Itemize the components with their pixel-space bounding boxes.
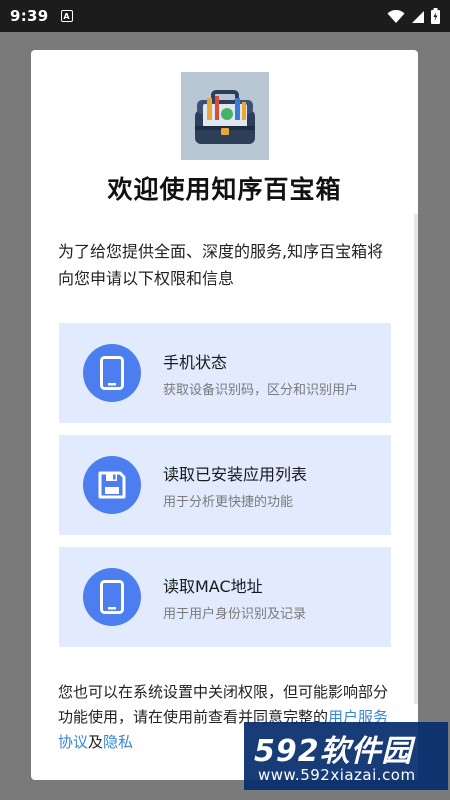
permission-card-phone-state: 手机状态 获取设备识别码，区分和识别用户	[59, 323, 391, 423]
footer-joiner: 及	[88, 733, 104, 751]
permission-desc: 用于分析更快捷的功能	[163, 494, 294, 510]
notification-a-icon: A	[60, 10, 73, 22]
permission-title: 手机状态	[163, 352, 228, 372]
signal-icon	[411, 9, 425, 28]
battery-icon	[431, 8, 440, 28]
permission-dialog: 欢迎使用知序百宝箱 为了给您提供全面、深度的服务,知序百宝箱将向您申请以下权限和…	[31, 50, 418, 780]
phone-icon	[83, 344, 141, 402]
permission-card-mac-address: 读取MAC地址 用于用户身份识别及记录	[59, 547, 391, 647]
app-logo-toolbox-icon	[181, 72, 269, 160]
intro-text: 为了给您提供全面、深度的服务,知序百宝箱将向您申请以下权限和信息	[58, 242, 384, 288]
watermark-url: www.592xiazai.com	[258, 766, 416, 784]
permission-title: 读取已安装应用列表	[163, 464, 308, 484]
phone-icon	[83, 568, 141, 626]
privacy-policy-link[interactable]: 隐私	[103, 733, 133, 751]
watermark-brand: 592软件园	[254, 734, 413, 769]
dialog-title: 欢迎使用知序百宝箱	[107, 175, 342, 204]
permission-desc: 获取设备识别码，区分和识别用户	[163, 382, 359, 398]
watermark-logo: 592软件园 www.592xiazai.com	[244, 722, 448, 790]
floppy-disk-icon	[83, 456, 141, 514]
permission-card-installed-apps: 读取已安装应用列表 用于分析更快捷的功能	[59, 435, 391, 535]
permission-title: 读取MAC地址	[163, 576, 263, 596]
status-time: 9:39	[10, 7, 49, 25]
scrollbar[interactable]	[414, 214, 418, 704]
wifi-icon	[387, 9, 405, 28]
permission-desc: 用于用户身份识别及记录	[163, 606, 307, 622]
status-bar: 9:39 A	[0, 0, 450, 32]
